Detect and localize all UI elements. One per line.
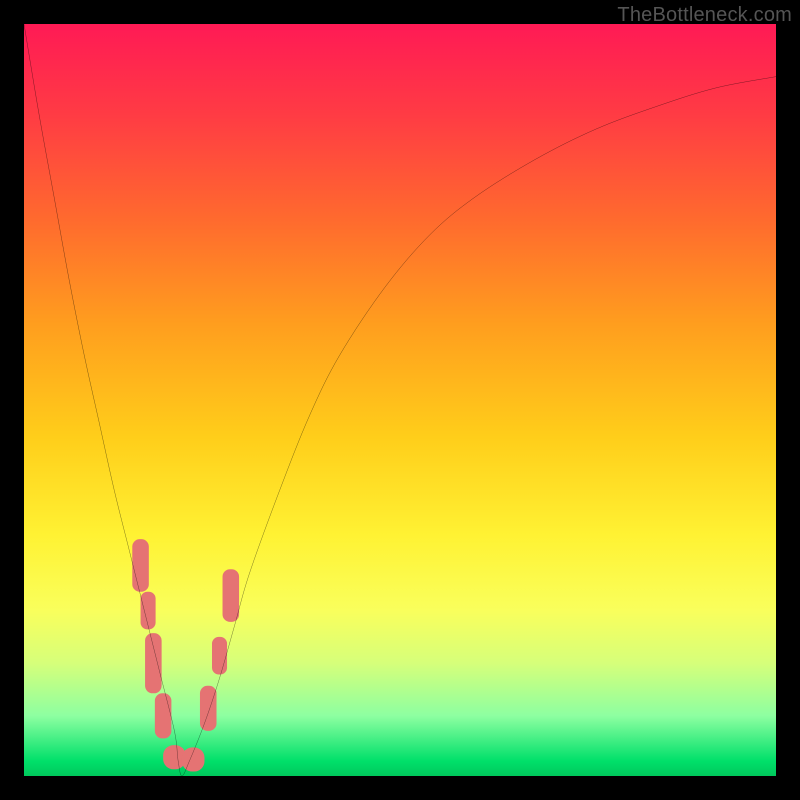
marker-layer xyxy=(132,539,239,771)
bottleneck-curve-path xyxy=(24,24,776,776)
left-marker-2 xyxy=(141,592,156,630)
right-marker-1 xyxy=(200,686,217,731)
left-marker-4 xyxy=(155,693,172,738)
left-marker-3 xyxy=(145,633,162,693)
watermark-text: TheBottleneck.com xyxy=(617,4,792,27)
left-marker-1 xyxy=(132,539,149,592)
right-marker-2 xyxy=(212,637,227,675)
bottom-marker-2 xyxy=(182,747,205,771)
right-marker-3 xyxy=(223,569,240,622)
chart-svg xyxy=(24,24,776,776)
plot-area xyxy=(24,24,776,776)
outer-frame: TheBottleneck.com xyxy=(0,0,800,800)
